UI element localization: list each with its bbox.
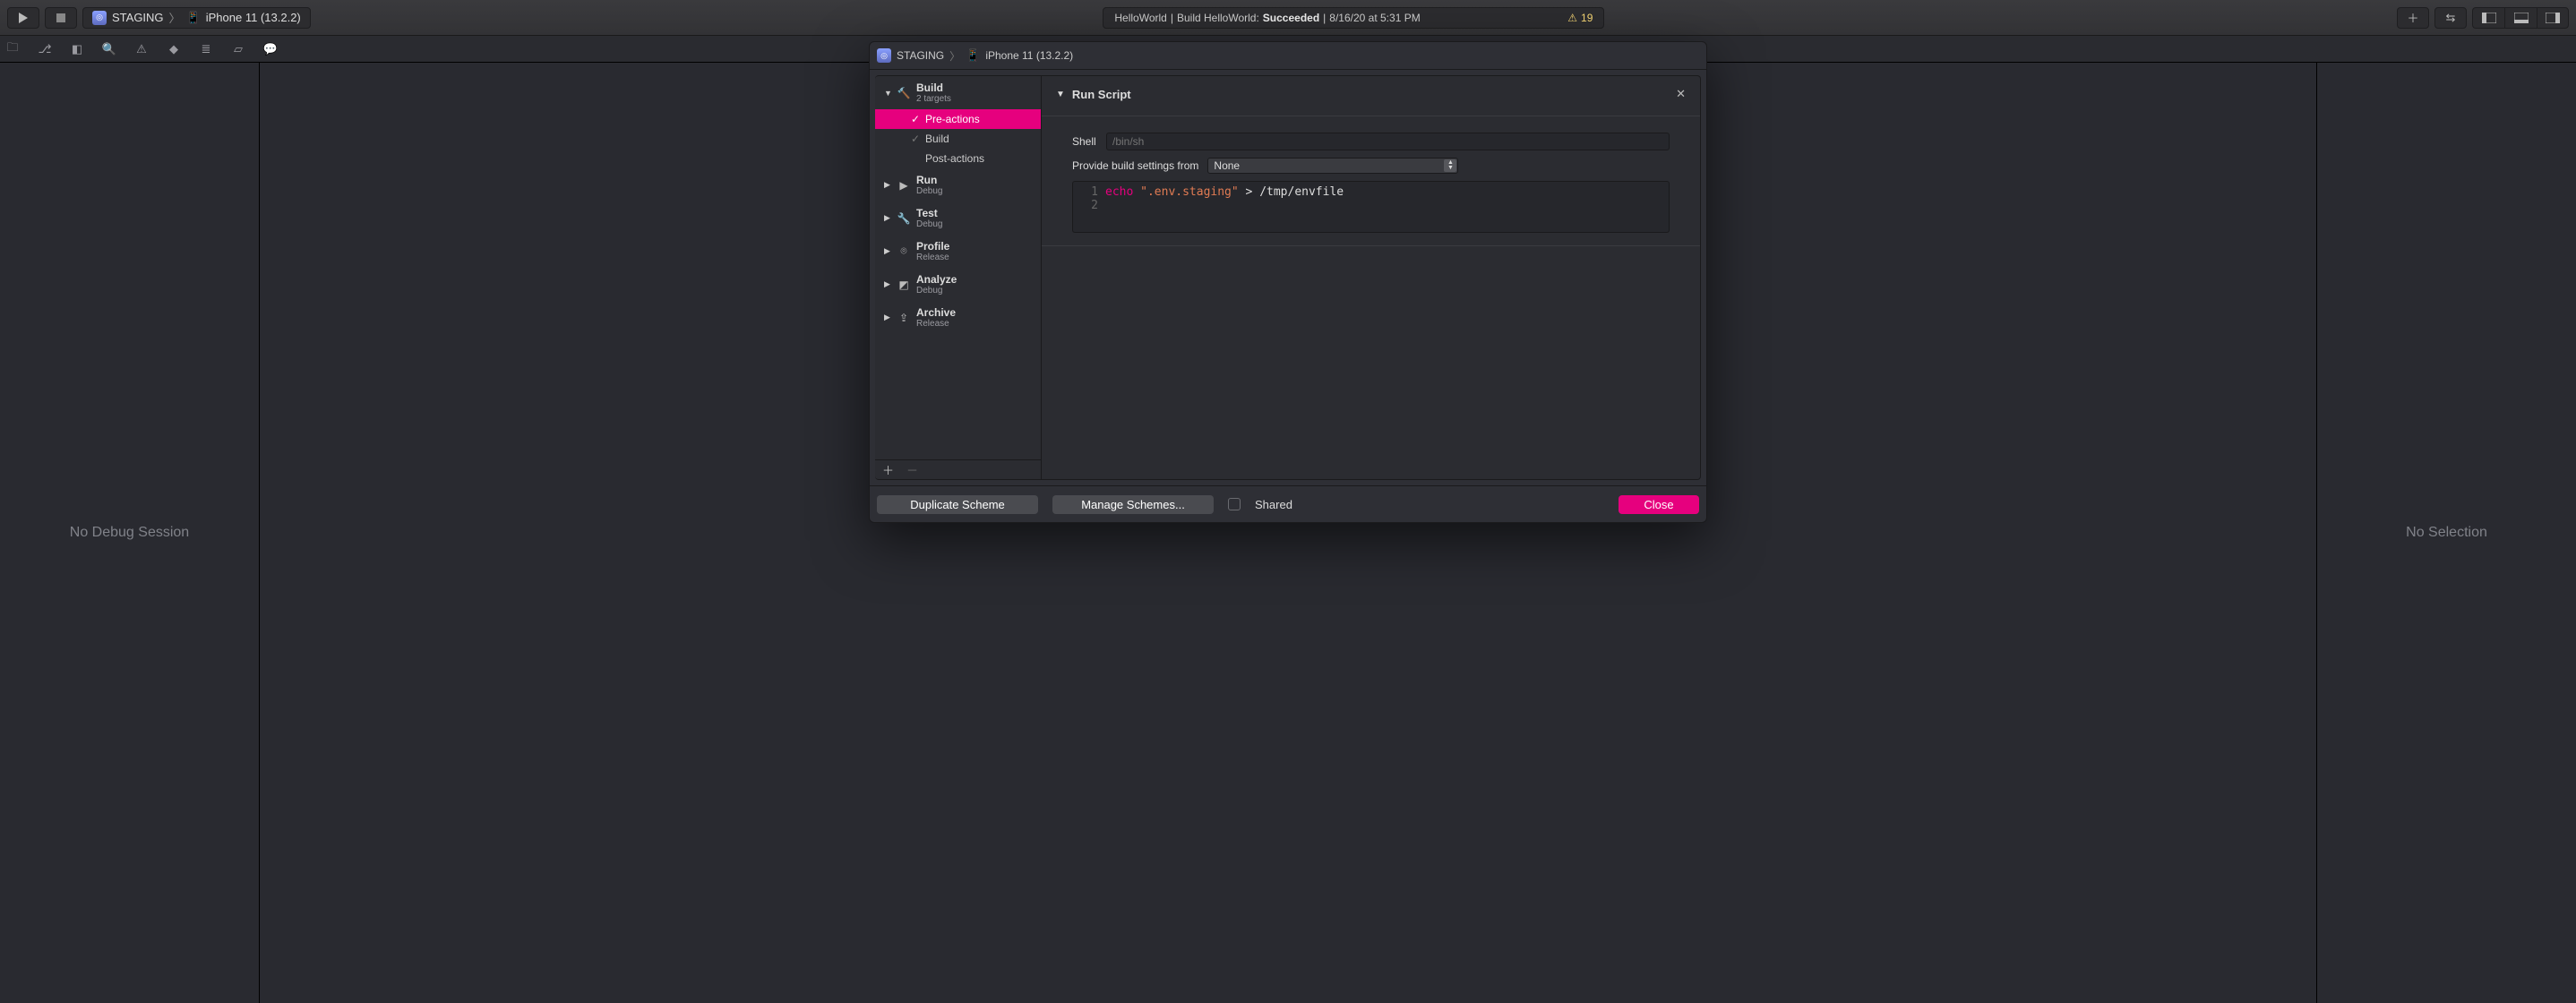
sidebar-test[interactable]: ▶ 🔧 TestDebug [875, 201, 1041, 235]
sidebar-archive-title: Archive [916, 306, 956, 319]
disclosure-right-icon[interactable]: ▶ [884, 180, 891, 190]
shell-label: Shell [1072, 135, 1097, 148]
close-button[interactable]: Close [1619, 495, 1699, 514]
chevron-right-icon: 〉 [169, 9, 181, 26]
code-review-button[interactable]: ⇆ [2434, 7, 2467, 29]
activity-action: Build HelloWorld: [1177, 12, 1259, 24]
destination-name: iPhone 11 (13.2.2) [206, 11, 301, 24]
simulator-icon: 📱 [186, 11, 201, 25]
main-toolbar: ◎ STAGING 〉 📱 iPhone 11 (13.2.2) HelloWo… [0, 0, 2576, 36]
chevron-right-icon: 〉 [949, 48, 960, 64]
crumb-destination[interactable]: iPhone 11 (13.2.2) [985, 49, 1073, 62]
script-rest: > /tmp/envfile [1239, 185, 1344, 199]
toggle-inspector-button[interactable] [2537, 7, 2569, 29]
wrench-icon: 🔧 [897, 212, 911, 225]
sidebar-analyze-sub: Debug [916, 286, 957, 296]
remove-action-button[interactable]: － [906, 461, 918, 478]
disclosure-down-icon[interactable]: ▼ [884, 89, 891, 98]
activity-project: HelloWorld [1114, 12, 1166, 24]
library-add-button[interactable]: ＋ [2397, 7, 2429, 29]
manage-schemes-button[interactable]: Manage Schemes... [1052, 495, 1214, 514]
shell-input[interactable] [1106, 133, 1670, 150]
post-actions-label: Post-actions [925, 152, 984, 165]
stop-button[interactable] [45, 7, 77, 29]
section-title: Run Script [1072, 88, 1131, 101]
build-settings-from-value: None [1214, 159, 1240, 172]
scheme-breadcrumb: ◎ STAGING 〉 📱 iPhone 11 (13.2.2) [870, 42, 1706, 69]
build-settings-from-popup[interactable]: None ▲▼ [1207, 158, 1458, 174]
sidebar-run[interactable]: ▶ ▶ RunDebug [875, 168, 1041, 201]
script-editor[interactable]: 12 echo ".env.staging" > /tmp/envfile [1072, 181, 1670, 233]
script-kw: echo [1105, 185, 1133, 199]
sidebar-pre-actions[interactable]: ✓ Pre-actions [875, 109, 1041, 129]
sidebar-analyze[interactable]: ▶ ◩ AnalyzeDebug [875, 268, 1041, 301]
remove-run-script-button[interactable]: ✕ [1676, 87, 1686, 101]
analyze-icon: ◩ [897, 279, 911, 291]
sidebar-profile[interactable]: ▶ ⌾ ProfileRelease [875, 235, 1041, 268]
updown-stepper-icon: ▲▼ [1444, 159, 1456, 172]
activity-view: HelloWorld | Build HelloWorld: Succeeded… [334, 7, 2374, 29]
sidebar-build-sub: 2 targets [916, 94, 951, 104]
disclosure-right-icon[interactable]: ▶ [884, 279, 891, 289]
sidebar-archive[interactable]: ▶ ⇪ ArchiveRelease [875, 301, 1041, 334]
panel-toggles [2472, 7, 2569, 29]
warning-badge[interactable]: ⚠︎ 19 [1567, 12, 1593, 24]
build-item-label: Build [925, 133, 949, 145]
disclosure-right-icon[interactable]: ▶ [884, 246, 891, 256]
add-action-button[interactable]: ＋ [882, 461, 894, 478]
warning-icon: ⚠︎ [1567, 12, 1577, 24]
toggle-debug-area-button[interactable] [2504, 7, 2537, 29]
sidebar-test-sub: Debug [916, 219, 942, 229]
disclosure-down-icon[interactable]: ▼ [1056, 90, 1065, 99]
sidebar-profile-sub: Release [916, 253, 949, 262]
sidebar-test-title: Test [916, 207, 942, 219]
duplicate-scheme-button[interactable]: Duplicate Scheme [877, 495, 1038, 514]
gauge-icon: ⌾ [897, 244, 911, 258]
scheme-editor-sheet: ◎ STAGING 〉 📱 iPhone 11 (13.2.2) ▼ 🔨 Bui… [869, 41, 1707, 523]
activity-timestamp: 8/16/20 at 5:31 PM [1329, 12, 1420, 24]
disclosure-right-icon[interactable]: ▶ [884, 213, 891, 223]
disclosure-right-icon[interactable]: ▶ [884, 313, 891, 322]
scheme-app-icon: ◎ [877, 48, 891, 63]
line-gutter: 12 [1073, 182, 1105, 232]
checkmark-icon: ✓ [911, 133, 920, 145]
sidebar-build[interactable]: ▼ 🔨 Build 2 targets [875, 76, 1041, 109]
shared-checkbox[interactable] [1228, 498, 1241, 510]
hammer-icon: 🔨 [897, 87, 911, 99]
run-button[interactable] [7, 7, 39, 29]
sidebar-profile-title: Profile [916, 240, 949, 253]
scheme-content: ▼ Run Script ✕ Shell Provide build setti… [1042, 75, 1701, 480]
toggle-navigator-button[interactable] [2472, 7, 2504, 29]
simulator-icon: 📱 [966, 48, 980, 63]
archive-icon: ⇪ [897, 312, 911, 324]
scheme-selector[interactable]: ◎ STAGING 〉 📱 iPhone 11 (13.2.2) [82, 7, 311, 29]
checkmark-icon: ✓ [911, 113, 920, 125]
script-str: ".env.staging" [1140, 185, 1239, 199]
sidebar-analyze-title: Analyze [916, 273, 957, 286]
activity-pill[interactable]: HelloWorld | Build HelloWorld: Succeeded… [1103, 7, 1604, 29]
scheme-app-icon: ◎ [92, 11, 107, 25]
sidebar-run-title: Run [916, 174, 942, 186]
activity-status: Succeeded [1263, 12, 1319, 24]
sidebar-run-sub: Debug [916, 186, 942, 196]
script-text[interactable]: echo ".env.staging" > /tmp/envfile [1105, 182, 1669, 232]
scheme-action-sidebar: ▼ 🔨 Build 2 targets ✓ Pre-actions ✓ Buil… [875, 75, 1042, 480]
sidebar-build-title: Build [916, 81, 951, 94]
build-settings-from-label: Provide build settings from [1072, 159, 1198, 172]
shared-label: Shared [1255, 498, 1292, 511]
warning-count: 19 [1581, 12, 1593, 24]
crumb-scheme[interactable]: STAGING [897, 49, 944, 62]
play-icon: ▶ [897, 179, 911, 192]
scheme-name: STAGING [112, 11, 164, 24]
sidebar-post-actions[interactable]: Post-actions [875, 149, 1041, 168]
sidebar-build-item[interactable]: ✓ Build [875, 129, 1041, 149]
sidebar-archive-sub: Release [916, 319, 956, 329]
pre-actions-label: Pre-actions [925, 113, 980, 125]
